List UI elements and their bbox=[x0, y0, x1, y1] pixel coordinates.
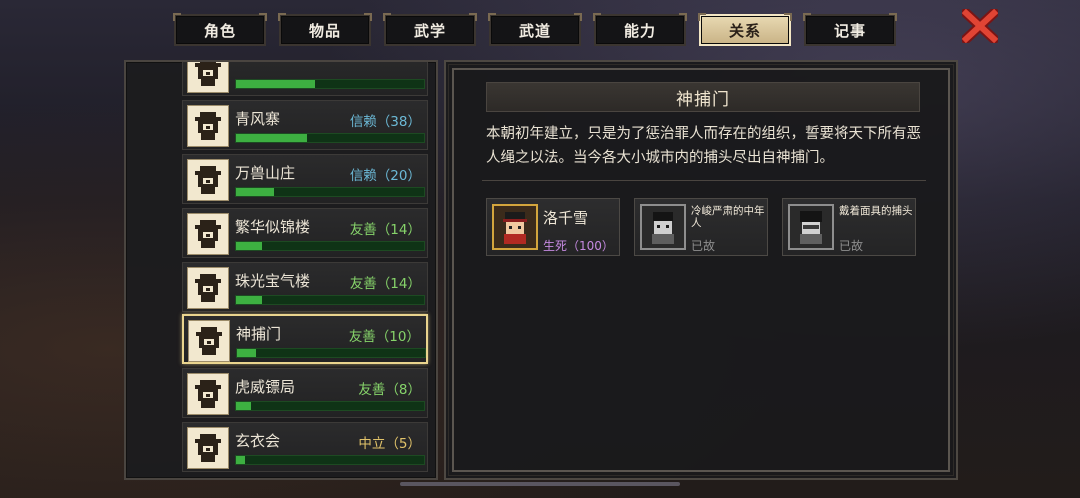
faction-item[interactable]: 繁华似锦楼 友善（14） bbox=[182, 208, 428, 258]
member-card-masked-constable[interactable]: 戴着面具的捕头 已故 bbox=[782, 198, 916, 256]
faction-title-bar: 神捕门 bbox=[486, 82, 920, 112]
faction-relation-status: 友善（8） bbox=[358, 382, 421, 398]
faction-relation-status: 友善（14） bbox=[349, 222, 421, 238]
eye-emblem-icon bbox=[188, 320, 230, 362]
relation-progress-fill bbox=[236, 296, 263, 304]
close-button[interactable] bbox=[960, 8, 1000, 44]
relation-progress-fill bbox=[236, 402, 252, 410]
faction-title: 神捕门 bbox=[676, 89, 730, 110]
member-status: 生死（100） bbox=[543, 239, 614, 253]
constable-portrait-icon bbox=[492, 204, 538, 250]
relation-progress-bar bbox=[235, 133, 425, 143]
faction-name: 珠光宝气楼 bbox=[235, 272, 311, 290]
faction-name: 玄衣会 bbox=[235, 432, 281, 450]
member-name: 冷峻严肃的中年人 bbox=[691, 205, 765, 229]
relation-progress-fill bbox=[236, 134, 308, 142]
faction-relation-status: 友善（14） bbox=[349, 276, 421, 292]
faction-item[interactable] bbox=[182, 62, 428, 96]
faction-name: 繁华似锦楼 bbox=[235, 218, 311, 236]
tab-items[interactable]: 物品 bbox=[278, 13, 372, 46]
relation-progress-fill bbox=[236, 456, 246, 464]
relation-progress-fill bbox=[236, 80, 315, 88]
member-card-luo-qianxue[interactable]: 洛千雪 生死（100） bbox=[486, 198, 620, 256]
faction-item[interactable]: 青风寨 信赖（38） bbox=[182, 100, 428, 150]
faction-name: 神捕门 bbox=[236, 325, 282, 343]
relation-progress-bar bbox=[235, 401, 425, 411]
grey-portrait-icon bbox=[788, 204, 834, 250]
member-status: 已故 bbox=[839, 239, 864, 253]
relation-progress-fill bbox=[236, 242, 263, 250]
banner-icon bbox=[187, 373, 229, 415]
ornate-emblem-icon bbox=[187, 267, 229, 309]
faction-name: 虎威镖局 bbox=[235, 378, 296, 396]
close-icon bbox=[962, 9, 998, 43]
relation-progress-fill bbox=[236, 188, 274, 196]
tab-character[interactable]: 角色 bbox=[173, 13, 267, 46]
relation-progress-bar bbox=[235, 455, 425, 465]
faction-relation-status: 友善（10） bbox=[348, 329, 420, 345]
divider bbox=[482, 180, 926, 181]
beast-mask-icon bbox=[187, 159, 229, 201]
ornate-emblem-icon bbox=[187, 427, 229, 469]
faction-description: 本朝初年建立，只是为了惩治罪人而存在的组织，誓要将天下所有恶人绳之以法。当今各大… bbox=[486, 126, 921, 166]
scroll-indicator[interactable] bbox=[400, 482, 680, 486]
relation-progress-bar bbox=[235, 295, 425, 305]
tab-martial-arts[interactable]: 武学 bbox=[383, 13, 477, 46]
relation-progress-bar bbox=[236, 348, 426, 358]
member-name: 戴着面具的捕头 bbox=[839, 205, 913, 217]
tab-martial-way[interactable]: 武道 bbox=[488, 13, 582, 46]
relation-progress-bar bbox=[235, 241, 425, 251]
faction-item[interactable]: 玄衣会 中立（5） bbox=[182, 422, 428, 472]
faction-list[interactable]: 青风寨 信赖（38） 万兽山庄 信赖（20） 繁华似锦楼 友善（14） 珠光宝气楼 友善（14… bbox=[180, 62, 430, 478]
relation-progress-bar bbox=[235, 187, 425, 197]
faction-name: 万兽山庄 bbox=[235, 164, 296, 182]
faction-item[interactable]: 神捕门 友善（10） bbox=[182, 314, 428, 364]
faction-name: 青风寨 bbox=[235, 110, 281, 128]
tab-abilities[interactable]: 能力 bbox=[593, 13, 687, 46]
tab-relations[interactable]: 关系 bbox=[698, 13, 792, 46]
member-name: 洛千雪 bbox=[543, 209, 589, 227]
faction-list-panel[interactable]: 青风寨 信赖（38） 万兽山庄 信赖（20） 繁华似锦楼 友善（14） 珠光宝气楼 友善（14… bbox=[124, 60, 438, 480]
tab-journal[interactable]: 记事 bbox=[803, 13, 897, 46]
mountain-camp-icon bbox=[187, 105, 229, 147]
faction-relation-status: 信赖（38） bbox=[349, 114, 421, 130]
faction-item[interactable]: 万兽山庄 信赖（20） bbox=[182, 154, 428, 204]
faction-emblem-icon bbox=[187, 62, 229, 93]
member-status: 已故 bbox=[691, 239, 716, 253]
faction-relation-status: 中立（5） bbox=[358, 436, 421, 452]
faction-item[interactable]: 虎威镖局 友善（8） bbox=[182, 368, 428, 418]
faction-item[interactable]: 珠光宝气楼 友善（14） bbox=[182, 262, 428, 312]
relation-progress-fill bbox=[237, 349, 256, 357]
grey-portrait-icon bbox=[640, 204, 686, 250]
ornate-emblem-icon bbox=[187, 213, 229, 255]
relation-progress-bar bbox=[235, 79, 425, 89]
faction-detail-panel: 神捕门 本朝初年建立，只是为了惩治罪人而存在的组织，誓要将天下所有恶人绳之以法。… bbox=[444, 60, 958, 480]
faction-relation-status: 信赖（20） bbox=[349, 168, 421, 184]
member-card-stern-man[interactable]: 冷峻严肃的中年人 已故 bbox=[634, 198, 768, 256]
